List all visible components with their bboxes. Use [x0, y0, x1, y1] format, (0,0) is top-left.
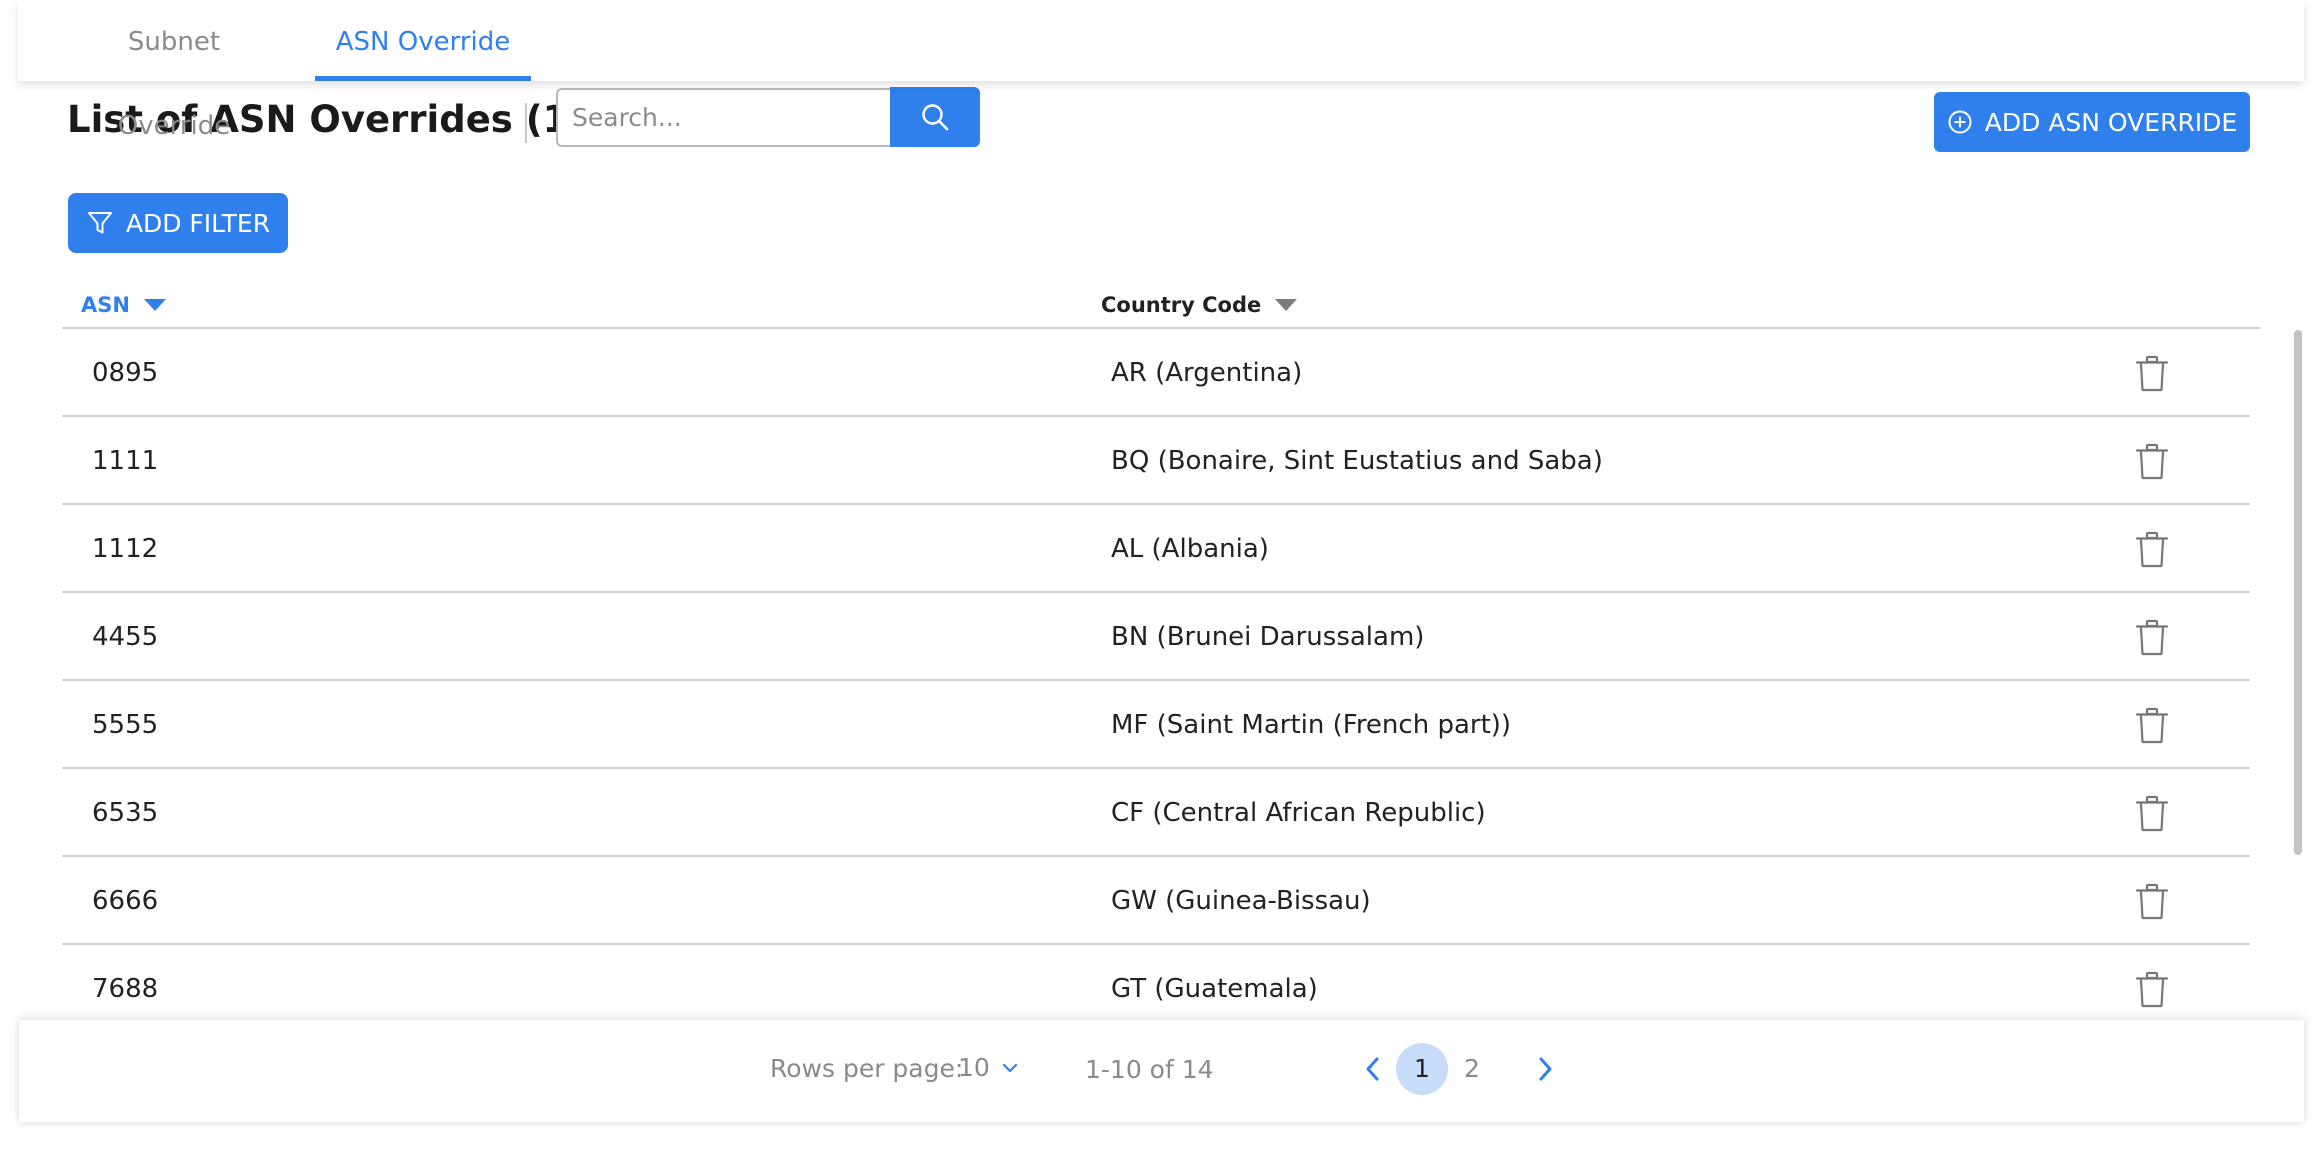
country-code-cell: MF (Saint Martin (French part)) [1111, 710, 1512, 740]
scrollbar-thumb[interactable] [2294, 330, 2302, 855]
table-row: 6666 GW (Guinea-Bissau) [62, 857, 2250, 945]
asn-cell: 1111 [92, 446, 159, 476]
sort-down-icon [1275, 299, 1298, 311]
column-header-asn[interactable]: ASN [81, 293, 166, 317]
column-header-asn-label: ASN [81, 293, 130, 317]
tab-asn-override[interactable]: ASN Override [315, 0, 531, 81]
asn-cell: 0895 [92, 358, 159, 388]
add-filter-button[interactable]: ADD FILTER [68, 193, 288, 253]
search-icon [922, 104, 949, 131]
table-row: 6535 CF (Central African Republic) [62, 769, 2250, 857]
asn-cell: 1112 [92, 534, 159, 564]
trash-icon[interactable] [2135, 707, 2169, 745]
trash-icon[interactable] [2135, 883, 2169, 921]
title-divider [525, 103, 527, 143]
table-body: 0895 AR (Argentina) 1111 BQ (Bonaire, Si… [62, 329, 2250, 1033]
table-header: ASN Country Code [62, 285, 2260, 329]
trash-icon[interactable] [2135, 619, 2169, 657]
pagination-range: 1-10 of 14 [1085, 1055, 1214, 1084]
table-row: 1111 BQ (Bonaire, Sint Eustatius and Sab… [62, 417, 2250, 505]
tab-subnet-override[interactable]: Subnet Override [90, 0, 258, 141]
pagination-bar: Rows per page: 10 1-10 of 14 1 2 [19, 1020, 2304, 1122]
asn-cell: 4455 [92, 622, 159, 652]
column-header-country-code[interactable]: Country Code [1101, 293, 1298, 317]
trash-icon[interactable] [2135, 355, 2169, 393]
page-2-button[interactable]: 2 [1446, 1043, 1498, 1095]
rows-per-page-value: 10 [958, 1053, 990, 1082]
table-row: 1112 AL (Albania) [62, 505, 2250, 593]
table-row: 5555 MF (Saint Martin (French part)) [62, 681, 2250, 769]
trash-icon[interactable] [2135, 795, 2169, 833]
chevron-right-icon[interactable] [1531, 1054, 1559, 1084]
chevron-left-icon[interactable] [1359, 1054, 1387, 1084]
trash-icon[interactable] [2135, 531, 2169, 569]
trash-icon[interactable] [2135, 971, 2169, 1009]
rows-per-page-select[interactable]: 10 [958, 1020, 1018, 1116]
add-asn-override-button[interactable]: ADD ASN OVERRIDE [1934, 92, 2250, 152]
table-row: 0895 AR (Argentina) [62, 329, 2250, 417]
country-code-cell: AL (Albania) [1111, 534, 1269, 564]
tabs-header: Subnet Override ASN Override [18, 0, 2304, 141]
plus-circle-icon [1948, 110, 1972, 134]
country-code-cell: BN (Brunei Darussalam) [1111, 622, 1425, 652]
filter-icon [87, 212, 112, 234]
country-code-cell: AR (Argentina) [1111, 358, 1303, 388]
trash-icon[interactable] [2135, 443, 2169, 481]
asn-cell: 5555 [92, 710, 159, 740]
rows-per-page-label: Rows per page: [770, 1054, 964, 1083]
country-code-cell: BQ (Bonaire, Sint Eustatius and Saba) [1111, 446, 1603, 476]
page-1-button[interactable]: 1 [1396, 1043, 1448, 1095]
column-header-country-label: Country Code [1101, 293, 1262, 317]
search-input[interactable] [556, 88, 892, 147]
search-button[interactable] [890, 87, 980, 147]
asn-cell: 6666 [92, 886, 159, 916]
country-code-cell: GW (Guinea-Bissau) [1111, 886, 1371, 916]
chevron-down-icon [1002, 1063, 1017, 1073]
asn-cell: 6535 [92, 798, 159, 828]
add-filter-label: ADD FILTER [125, 208, 271, 238]
country-code-cell: CF (Central African Republic) [1111, 798, 1486, 828]
sort-down-icon [143, 299, 166, 311]
add-asn-override-label: ADD ASN OVERRIDE [1984, 107, 2238, 137]
table-row: 4455 BN (Brunei Darussalam) [62, 593, 2250, 681]
